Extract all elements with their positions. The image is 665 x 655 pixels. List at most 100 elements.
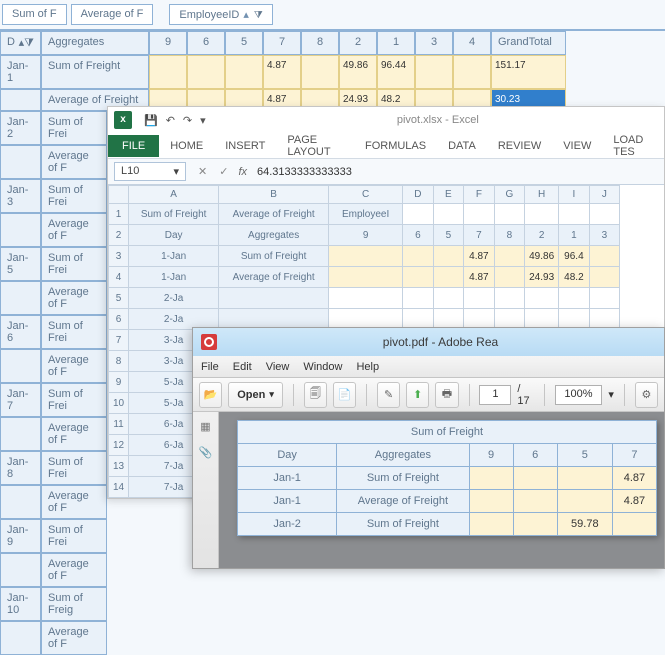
cell[interactable]: 4.87	[464, 246, 495, 267]
agg-cell[interactable]: Sum of Frei	[41, 383, 107, 417]
agg-cell[interactable]: Sum of Freight	[41, 55, 149, 89]
value-cell[interactable]	[225, 55, 263, 89]
pdf-page-area[interactable]: Sum of Freight Day Aggregates 9 6 5 7 Ja…	[219, 412, 664, 568]
col-header[interactable]: C	[329, 186, 403, 204]
folder-icon[interactable]: 📂	[199, 382, 222, 408]
agg-cell[interactable]: Average of F	[41, 213, 107, 247]
col-8[interactable]: 8	[301, 31, 339, 55]
col-1[interactable]: 1	[377, 31, 415, 55]
day-cell[interactable]: Jan-9	[0, 519, 41, 553]
cell[interactable]: Aggregates	[219, 225, 329, 246]
day-cell[interactable]: Jan-2	[0, 111, 41, 145]
cell[interactable]	[559, 204, 590, 225]
cell[interactable]	[329, 288, 403, 309]
row-header[interactable]: 13	[109, 456, 129, 477]
cell[interactable]	[329, 267, 403, 288]
col-9[interactable]: 9	[149, 31, 187, 55]
qat-dropdown-icon[interactable]: ▾	[200, 114, 206, 127]
row-header[interactable]: 3	[109, 246, 129, 267]
day-cell[interactable]: Jan-8	[0, 451, 41, 485]
col-header[interactable]: F	[464, 186, 495, 204]
save-as-icon[interactable]: 🗐	[304, 382, 327, 408]
cell[interactable]	[559, 288, 590, 309]
cell[interactable]: Sum of Freight	[129, 204, 219, 225]
agg-cell[interactable]: Sum of Frei	[41, 519, 107, 553]
cell[interactable]: 1-Jan	[129, 246, 219, 267]
export-pdf-icon[interactable]: 📄	[333, 382, 356, 408]
attachments-icon[interactable]: 📎	[197, 446, 215, 464]
menu-view[interactable]: View	[266, 361, 290, 373]
cell[interactable]	[494, 267, 525, 288]
cell[interactable]: 2	[525, 225, 559, 246]
cell[interactable]: 8	[494, 225, 525, 246]
dropdown-icon[interactable]: ▾	[608, 388, 614, 401]
agg-cell[interactable]: Average of F	[41, 485, 107, 519]
formula-value[interactable]: 64.3133333333333	[251, 164, 664, 180]
agg-cell[interactable]: Sum of Frei	[41, 111, 107, 145]
cell[interactable]	[464, 288, 495, 309]
col-4[interactable]: 4	[453, 31, 491, 55]
cell[interactable]: 2-Ja	[129, 288, 219, 309]
cell[interactable]	[403, 246, 434, 267]
cell[interactable]: Average of Freight	[219, 267, 329, 288]
cancel-icon[interactable]: ✕	[192, 165, 213, 178]
day-header[interactable]: D▴⧩	[0, 31, 41, 55]
cell[interactable]: 3	[589, 225, 620, 246]
aggregates-header[interactable]: Aggregates	[41, 31, 149, 55]
menu-file[interactable]: File	[201, 361, 219, 373]
value-cell[interactable]: 151.17	[491, 55, 566, 89]
day-cell[interactable]: Jan-6	[0, 315, 41, 349]
tab-data[interactable]: DATA	[437, 135, 487, 157]
tab-review[interactable]: REVIEW	[487, 135, 552, 157]
menu-edit[interactable]: Edit	[233, 361, 252, 373]
cell[interactable]: 1-Jan	[129, 267, 219, 288]
cell[interactable]	[433, 246, 464, 267]
cell[interactable]	[219, 288, 329, 309]
row-header[interactable]: 2	[109, 225, 129, 246]
col-header[interactable]: D	[403, 186, 434, 204]
agg-cell[interactable]: Average of F	[41, 621, 107, 655]
cell[interactable]	[433, 204, 464, 225]
chip-sum-freight[interactable]: Sum of F	[2, 4, 67, 25]
tools-icon[interactable]: ⚙	[635, 382, 658, 408]
print-icon[interactable]: 🖶	[435, 382, 458, 408]
col-header[interactable]: H	[525, 186, 559, 204]
agg-cell[interactable]: Average of F	[41, 281, 107, 315]
row-header[interactable]: 5	[109, 288, 129, 309]
row-header[interactable]: 1	[109, 204, 129, 225]
value-cell[interactable]: 49.86	[339, 55, 377, 89]
cell[interactable]: 96.4	[559, 246, 590, 267]
open-button[interactable]: Open▾	[228, 382, 283, 408]
undo-icon[interactable]: ↶	[166, 114, 175, 127]
cell[interactable]: 5	[433, 225, 464, 246]
day-cell[interactable]	[0, 89, 41, 111]
cell[interactable]: Average of Freight	[219, 204, 329, 225]
col-header[interactable]: B	[219, 186, 329, 204]
cell[interactable]: Day	[129, 225, 219, 246]
col-5[interactable]: 5	[225, 31, 263, 55]
col-grandtotal[interactable]: GrandTotal	[491, 31, 566, 55]
row-header[interactable]: 10	[109, 393, 129, 414]
tab-formulas[interactable]: FORMULAS	[354, 135, 437, 157]
agg-cell[interactable]: Sum of Frei	[41, 247, 107, 281]
row-header[interactable]: 7	[109, 330, 129, 351]
cell[interactable]: 1	[559, 225, 590, 246]
enter-icon[interactable]: ✓	[213, 165, 234, 178]
cell[interactable]: 24.93	[525, 267, 559, 288]
cell[interactable]: 48.2	[559, 267, 590, 288]
col-header[interactable]: I	[559, 186, 590, 204]
share-icon[interactable]: ⬆	[406, 382, 429, 408]
row-header[interactable]: 4	[109, 267, 129, 288]
cell[interactable]	[589, 267, 620, 288]
redo-icon[interactable]: ↷	[183, 114, 192, 127]
name-box[interactable]: L10▾	[114, 162, 186, 181]
menu-help[interactable]: Help	[356, 361, 379, 373]
col-header[interactable]: J	[589, 186, 620, 204]
col-3[interactable]: 3	[415, 31, 453, 55]
save-icon[interactable]: 💾	[144, 114, 158, 127]
cell[interactable]	[525, 204, 559, 225]
value-cell[interactable]: 4.87	[263, 55, 301, 89]
agg-cell[interactable]: Average of F	[41, 417, 107, 451]
row-header[interactable]: 9	[109, 372, 129, 393]
day-cell[interactable]: Jan-1	[0, 55, 41, 89]
